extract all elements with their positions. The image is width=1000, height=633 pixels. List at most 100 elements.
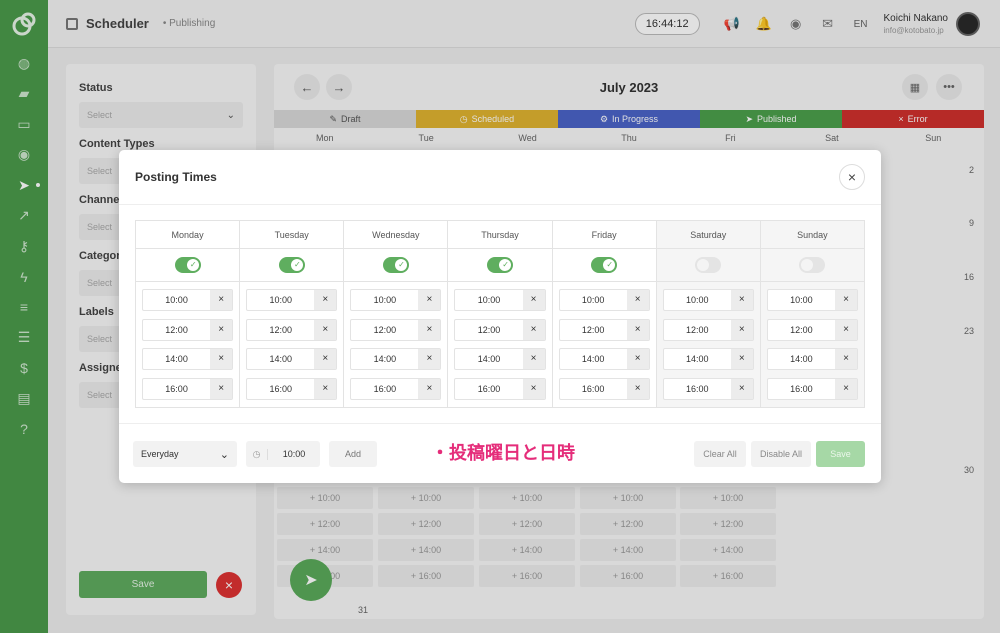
time-value[interactable]: 16:00	[664, 379, 731, 399]
divider	[119, 204, 881, 205]
check-icon: ✓	[606, 260, 614, 269]
day-toggle-cell: ✓	[448, 249, 552, 282]
time-entry: 16:00 ×	[246, 377, 338, 400]
time-entry: 14:00 ×	[142, 348, 234, 370]
remove-time-button[interactable]: ×	[314, 319, 337, 340]
day-toggle-cell	[760, 249, 864, 282]
time-value[interactable]: 10:00	[664, 290, 731, 310]
time-value[interactable]: 16:00	[143, 379, 210, 399]
time-entry: 14:00 ×	[558, 348, 650, 370]
remove-time-button[interactable]: ×	[210, 349, 233, 369]
remove-time-button[interactable]: ×	[522, 349, 545, 369]
remove-time-button[interactable]: ×	[418, 349, 441, 369]
time-value[interactable]: 12:00	[455, 320, 522, 340]
remove-time-button[interactable]: ×	[210, 378, 233, 399]
clear-all-button[interactable]: Clear All	[694, 441, 746, 467]
remove-time-button[interactable]: ×	[314, 378, 337, 399]
day-toggle[interactable]: ✓	[174, 257, 201, 273]
modal-save-button[interactable]: Save	[816, 441, 865, 467]
remove-time-button[interactable]: ×	[314, 349, 337, 369]
remove-time-button[interactable]: ×	[834, 319, 857, 340]
time-value[interactable]: 16:00	[351, 379, 418, 399]
time-value[interactable]: 10:00	[143, 290, 210, 310]
time-value[interactable]: 10:00	[351, 290, 418, 310]
time-value[interactable]: 14:00	[768, 349, 835, 369]
remove-time-button[interactable]: ×	[522, 378, 545, 399]
day-column-tuesday: Tuesday ✓ 10:00 × 12:00 × 14:00 × 16:00 ×	[240, 221, 345, 407]
time-entry: 12:00 ×	[350, 318, 442, 341]
time-entry: 12:00 ×	[662, 318, 754, 341]
time-value[interactable]: 12:00	[560, 320, 627, 340]
time-entry: 14:00 ×	[350, 348, 442, 370]
time-value[interactable]: 14:00	[664, 349, 731, 369]
day-header: Tuesday	[240, 221, 344, 249]
time-value[interactable]: 10:00	[455, 290, 522, 310]
time-entry: 16:00 ×	[454, 377, 546, 400]
time-entry: 10:00 ×	[558, 289, 650, 311]
remove-time-button[interactable]: ×	[626, 319, 649, 340]
clock-icon: ◷	[246, 448, 268, 460]
remove-time-button[interactable]: ×	[418, 319, 441, 340]
time-input[interactable]: ◷ 10:00	[246, 441, 320, 467]
remove-time-button[interactable]: ×	[626, 349, 649, 369]
remove-time-button[interactable]: ×	[210, 290, 233, 310]
check-icon: ✓	[294, 260, 301, 269]
remove-time-button[interactable]: ×	[730, 378, 753, 399]
check-icon: ✓	[189, 260, 197, 269]
time-value[interactable]: 14:00	[351, 349, 418, 369]
time-value[interactable]: 12:00	[143, 320, 210, 340]
time-value[interactable]: 16:00	[247, 379, 314, 399]
remove-time-button[interactable]: ×	[210, 319, 233, 340]
time-value[interactable]: 12:00	[664, 320, 731, 340]
time-value[interactable]: 12:00	[247, 320, 314, 340]
time-value[interactable]: 16:00	[560, 379, 627, 399]
remove-time-button[interactable]: ×	[418, 290, 441, 310]
disable-all-button[interactable]: Disable All	[751, 441, 811, 467]
day-column-friday: Friday ✓ 10:00 × 12:00 × 14:00 × 16:00 ×	[552, 221, 657, 407]
remove-time-button[interactable]: ×	[730, 349, 753, 369]
time-value[interactable]: 12:00	[351, 320, 418, 340]
add-time-button[interactable]: Add	[329, 441, 377, 467]
frequency-select[interactable]: Everyday ⌄	[133, 441, 237, 467]
time-value[interactable]: 14:00	[560, 349, 627, 369]
remove-time-button[interactable]: ×	[418, 378, 441, 399]
time-entry: 16:00 ×	[142, 377, 234, 400]
time-value[interactable]: 14:00	[143, 349, 210, 369]
time-value[interactable]: 14:00	[247, 349, 314, 369]
time-value[interactable]: 10:00	[560, 290, 627, 310]
remove-time-button[interactable]: ×	[522, 319, 545, 340]
remove-time-button[interactable]: ×	[626, 378, 649, 399]
remove-time-button[interactable]: ×	[834, 378, 857, 399]
day-toggle[interactable]: ✓	[382, 257, 409, 273]
remove-time-button[interactable]: ×	[626, 290, 649, 310]
time-entry: 12:00 ×	[558, 318, 650, 341]
time-input-value: 10:00	[282, 449, 306, 459]
time-value[interactable]: 10:00	[768, 290, 835, 310]
day-header: Monday	[136, 221, 240, 249]
time-list: 10:00 × 12:00 × 14:00 × 16:00 ×	[448, 282, 551, 400]
remove-time-button[interactable]: ×	[522, 290, 545, 310]
day-toggle[interactable]: ✓	[278, 257, 305, 273]
time-value[interactable]: 14:00	[455, 349, 522, 369]
time-value[interactable]: 10:00	[247, 290, 314, 310]
remove-time-button[interactable]: ×	[730, 319, 753, 340]
time-entry: 12:00 ×	[454, 318, 546, 341]
day-toggle[interactable]: ✓	[591, 257, 618, 273]
time-value[interactable]: 12:00	[768, 320, 835, 340]
remove-time-button[interactable]: ×	[314, 290, 337, 310]
day-toggle[interactable]: ✓	[486, 257, 513, 273]
time-entry: 16:00 ×	[350, 377, 442, 400]
day-toggle[interactable]	[799, 257, 826, 273]
time-value[interactable]: 16:00	[455, 379, 522, 399]
time-value[interactable]: 16:00	[768, 379, 835, 399]
frequency-value: Everyday	[141, 449, 179, 459]
time-entry: 12:00 ×	[142, 318, 234, 341]
close-icon: ×	[847, 169, 857, 185]
remove-time-button[interactable]: ×	[730, 290, 753, 310]
day-toggle[interactable]	[695, 257, 722, 273]
remove-time-button[interactable]: ×	[834, 349, 857, 369]
modal-close-button[interactable]: ×	[839, 164, 865, 190]
remove-time-button[interactable]: ×	[834, 290, 857, 310]
time-entry: 12:00 ×	[246, 318, 338, 341]
day-toggle-cell: ✓	[552, 249, 656, 282]
